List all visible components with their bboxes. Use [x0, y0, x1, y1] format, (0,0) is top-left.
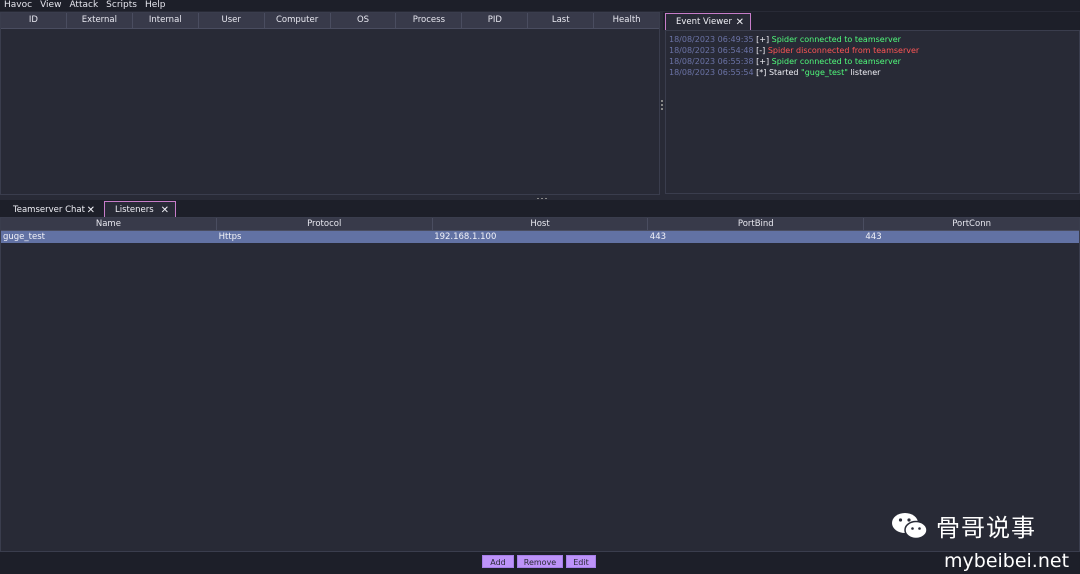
tab-event-viewer-label: Event Viewer	[676, 17, 732, 27]
tab-listeners[interactable]: Listeners ✕	[104, 201, 176, 218]
col-protocol[interactable]: Protocol	[217, 218, 433, 230]
col-computer[interactable]: Computer	[265, 13, 331, 28]
col-pid[interactable]: PID	[462, 13, 529, 28]
tab-teamserver-chat[interactable]: Teamserver Chat ✕	[2, 201, 102, 218]
col-id[interactable]: ID	[1, 13, 67, 28]
log-line: 18/08/2023 06:49:35 [+] Spider connected…	[669, 34, 1079, 45]
remove-button[interactable]: Remove	[517, 555, 563, 568]
log-tag: [+]	[756, 57, 770, 66]
col-health[interactable]: Health	[594, 13, 659, 28]
cell-name: guge_test	[3, 232, 45, 242]
log-tag: [-]	[756, 46, 766, 55]
wechat-icon	[892, 512, 928, 539]
table-row[interactable]: guge_test Https 192.168.1.100 443 443	[1, 231, 1079, 243]
col-user[interactable]: User	[199, 13, 265, 28]
menu-bar: Havoc View Attack Scripts Help	[0, 0, 1080, 11]
log-line: 18/08/2023 06:55:38 [+] Spider connected…	[669, 56, 1079, 67]
sessions-table[interactable]: ID External Internal User Computer OS Pr…	[0, 12, 660, 195]
log-message-suffix: listener	[847, 68, 881, 77]
listeners-header: Name Protocol Host PortBind PortConn	[1, 218, 1079, 231]
col-last[interactable]: Last	[528, 13, 595, 28]
col-portconn[interactable]: PortConn	[864, 218, 1079, 230]
log-line: 18/08/2023 06:54:48 [-] Spider disconnec…	[669, 45, 1079, 56]
vertical-splitter-handle[interactable]	[661, 100, 663, 110]
col-os[interactable]: OS	[331, 13, 397, 28]
col-portbind[interactable]: PortBind	[648, 218, 865, 230]
log-highlight: "guge_test"	[801, 68, 848, 77]
bottom-tabbar: Teamserver Chat ✕ Listeners ✕	[0, 200, 1080, 218]
event-viewer-log[interactable]: 18/08/2023 06:49:35 [+] Spider connected…	[665, 30, 1080, 194]
log-timestamp: 18/08/2023 06:55:38	[669, 57, 754, 66]
menu-attack[interactable]: Attack	[65, 0, 102, 11]
col-host[interactable]: Host	[433, 218, 649, 230]
tab-listeners-label: Listeners	[115, 205, 154, 215]
log-message: Spider disconnected from teamserver	[767, 46, 920, 55]
listeners-table[interactable]: Name Protocol Host PortBind PortConn gug…	[0, 217, 1080, 552]
log-timestamp: 18/08/2023 06:54:48	[669, 46, 754, 55]
cell-portbind: 443	[649, 232, 667, 242]
menu-scripts[interactable]: Scripts	[102, 0, 141, 11]
col-process[interactable]: Process	[396, 13, 463, 28]
log-tag: [+]	[756, 35, 770, 44]
watermark: 骨哥说事	[890, 508, 1036, 543]
log-timestamp: 18/08/2023 06:49:35	[669, 35, 754, 44]
cell-host: 192.168.1.100	[434, 232, 497, 242]
add-button[interactable]: Add	[482, 555, 514, 568]
log-timestamp: 18/08/2023 06:55:54	[669, 68, 754, 77]
cell-protocol: Https	[218, 232, 242, 242]
close-icon[interactable]: ✕	[87, 205, 95, 216]
listener-button-bar: Add Remove Edit	[0, 552, 1080, 574]
log-message: Started	[768, 68, 802, 77]
watermark-name: 骨哥说事	[936, 514, 1036, 542]
log-line: 18/08/2023 06:55:54 [*] Started "guge_te…	[669, 67, 1079, 78]
close-icon[interactable]: ✕	[161, 205, 169, 216]
tab-teamserver-chat-label: Teamserver Chat	[13, 205, 85, 215]
menu-havoc[interactable]: Havoc	[0, 0, 36, 11]
col-name[interactable]: Name	[1, 218, 217, 230]
col-external[interactable]: External	[67, 13, 133, 28]
event-viewer-tabbar: Event Viewer ✕	[663, 12, 1080, 30]
log-tag: [*]	[756, 68, 767, 77]
edit-button[interactable]: Edit	[566, 555, 596, 568]
watermark-url: mybeibei.net	[944, 550, 1070, 572]
sessions-header: ID External Internal User Computer OS Pr…	[1, 13, 659, 29]
menu-view[interactable]: View	[36, 0, 65, 11]
log-message: Spider connected to teamserver	[771, 35, 901, 44]
log-message: Spider connected to teamserver	[771, 57, 901, 66]
close-icon[interactable]: ✕	[736, 17, 744, 28]
col-internal[interactable]: Internal	[133, 13, 199, 28]
tab-event-viewer[interactable]: Event Viewer ✕	[665, 13, 751, 30]
menu-help[interactable]: Help	[141, 0, 170, 11]
cell-portconn: 443	[865, 232, 882, 242]
